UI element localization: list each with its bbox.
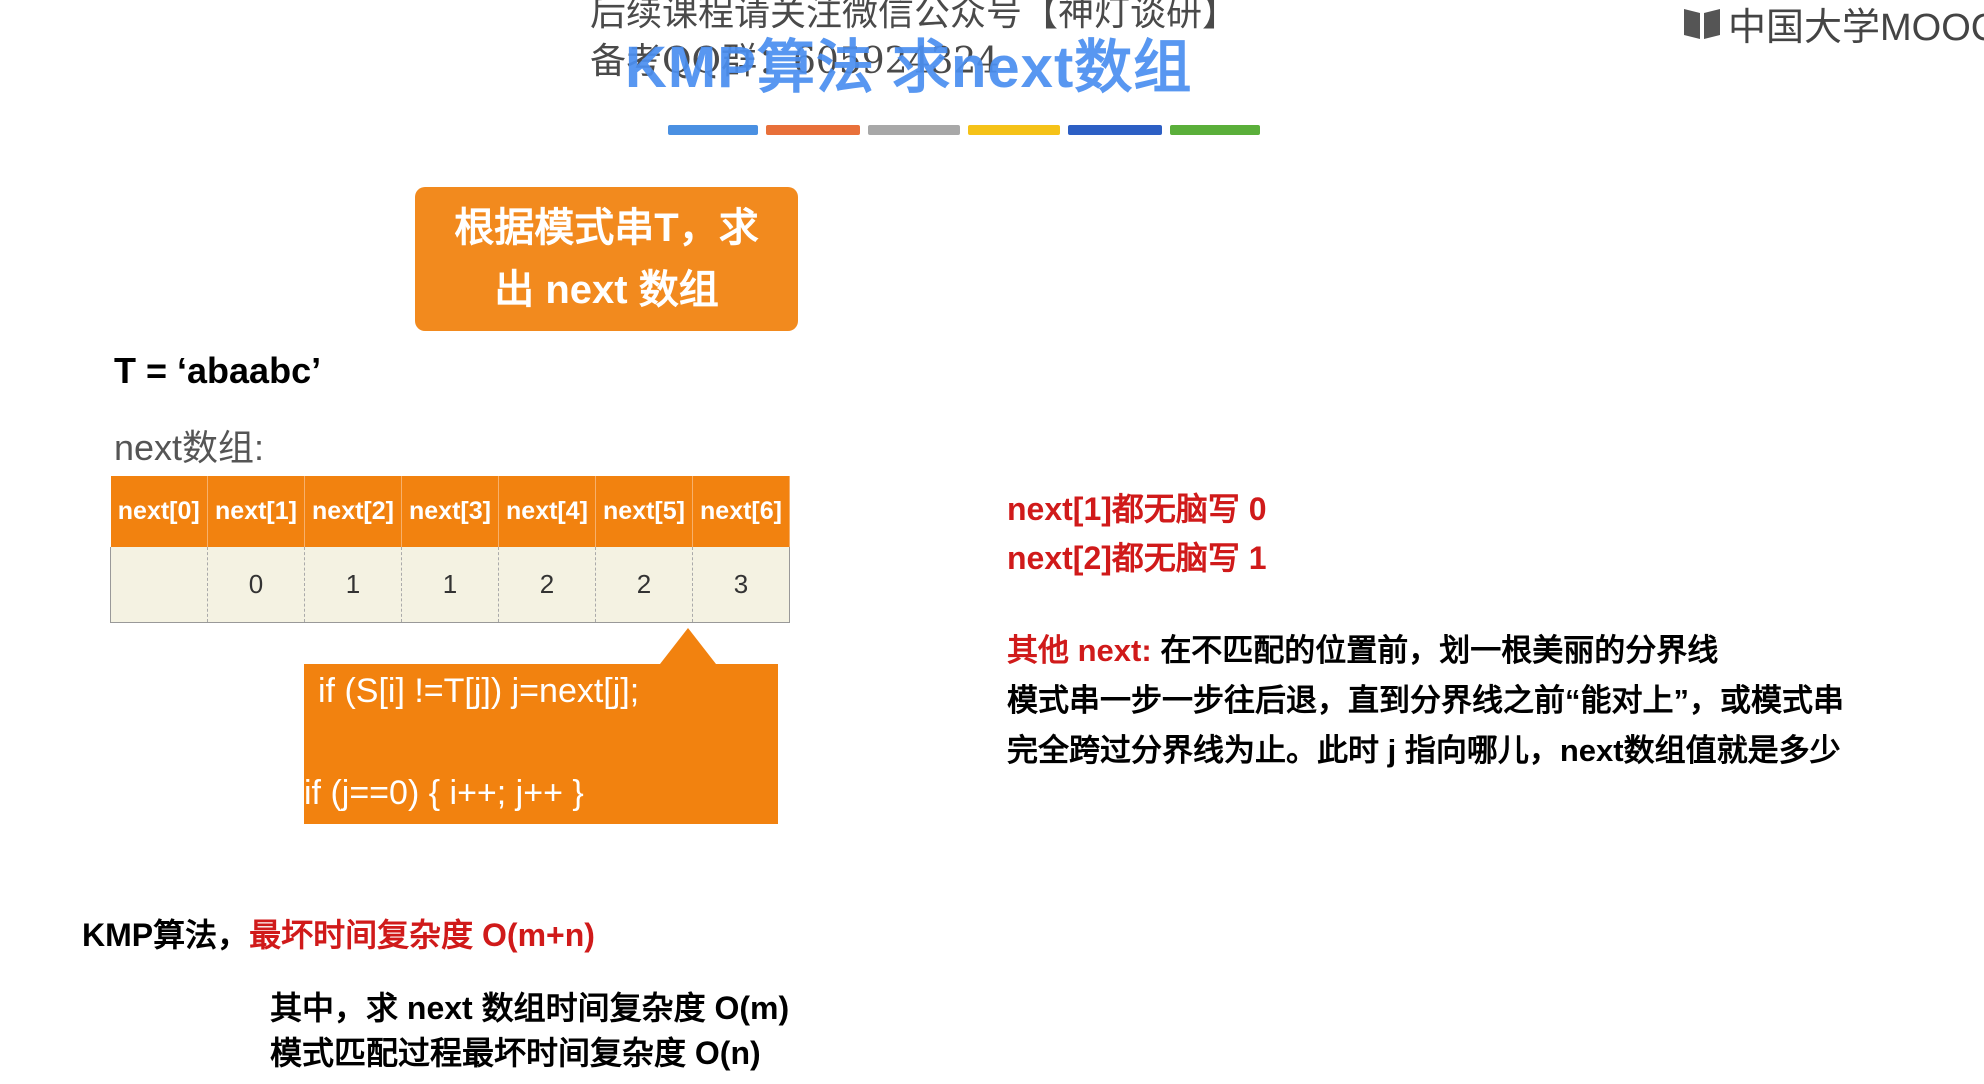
code-line1: if (S[i] !=T[j]) j=next[j];: [318, 672, 640, 710]
next-header-cell: next[0]: [110, 476, 208, 547]
code-line2: if (j==0) { i++; j++ }: [304, 774, 584, 812]
next-table-header-row: next[0] next[1] next[2] next[3] next[4] next[…: [110, 476, 790, 547]
kmp-worst-case: 最坏时间复杂度 O(m+n): [249, 917, 595, 953]
color-bar-segment: [868, 125, 960, 135]
color-bar-segment: [1068, 125, 1162, 135]
next-header-cell: next[5]: [595, 476, 693, 547]
book-icon: [1684, 9, 1720, 39]
color-bar-segment: [1170, 125, 1260, 135]
next-header-cell: next[1]: [207, 476, 305, 547]
brand-name: 中国大学MOOC: [1728, 6, 1984, 49]
next-value-cell: 1: [401, 547, 499, 623]
code-callout: if (S[i] !=T[j]) j=next[j]; if (j==0) { …: [304, 664, 778, 824]
next-table: next[0] next[1] next[2] next[3] next[4] next[…: [110, 476, 790, 623]
other-next-rule: 其他 next: 在不匹配的位置前，划一根美丽的分界线 模式串一步一步往后退，直…: [1007, 626, 1844, 776]
callout-arrow: [660, 628, 716, 664]
next-value-cell: 0: [207, 547, 305, 623]
next-value-cell: 2: [595, 547, 693, 623]
other-line3: 完全跨过分界线为止。此时 j 指向哪儿，next数组值就是多少: [1007, 733, 1841, 768]
next-value-cell: 1: [304, 547, 402, 623]
next-header-cell: next[6]: [692, 476, 790, 547]
kmp-label: KMP算法，: [82, 917, 250, 953]
slide-title: KMP算法 求next数组: [625, 35, 1193, 100]
detail-match-complexity: 模式匹配过程最坏时间复杂度 O(n): [270, 1035, 761, 1071]
heading-box: 根据模式串T，求 出 next 数组: [415, 187, 798, 331]
color-bar-segment: [668, 125, 758, 135]
heading-line2: 出 next 数组: [494, 268, 719, 312]
detail-next-complexity: 其中，求 next 数组时间复杂度 O(m): [270, 990, 790, 1026]
color-bar-segment: [968, 125, 1060, 135]
kmp-complexity: KMP算法，最坏时间复杂度 O(m+n): [82, 910, 595, 956]
heading-line1: 根据模式串T，求: [454, 206, 759, 250]
rule-next1: next[1]都无脑写 0: [1007, 491, 1267, 527]
color-bar-segment: [766, 125, 860, 135]
next-value-cell: 3: [692, 547, 790, 623]
other-label: 其他 next:: [1007, 633, 1152, 668]
next-value-cell: [110, 547, 208, 623]
rule-next2: next[2]都无脑写 1: [1007, 540, 1267, 576]
next-header-cell: next[2]: [304, 476, 402, 547]
next-array-label: next数组:: [114, 427, 265, 468]
color-bar: [668, 125, 1268, 135]
next-value-cell: 2: [498, 547, 596, 623]
other-line2: 模式串一步一步往后退，直到分界线之前“能对上”，或模式串: [1007, 683, 1844, 718]
brand-logo: 中国大学MOOC: [1682, 0, 1984, 49]
next-header-cell: next[4]: [498, 476, 596, 547]
other-line1: 在不匹配的位置前，划一根美丽的分界线: [1160, 633, 1719, 668]
pattern-string: T = ‘abaabc’: [114, 350, 322, 391]
next-table-value-row: 011223: [110, 547, 790, 623]
next-header-cell: next[3]: [401, 476, 499, 547]
